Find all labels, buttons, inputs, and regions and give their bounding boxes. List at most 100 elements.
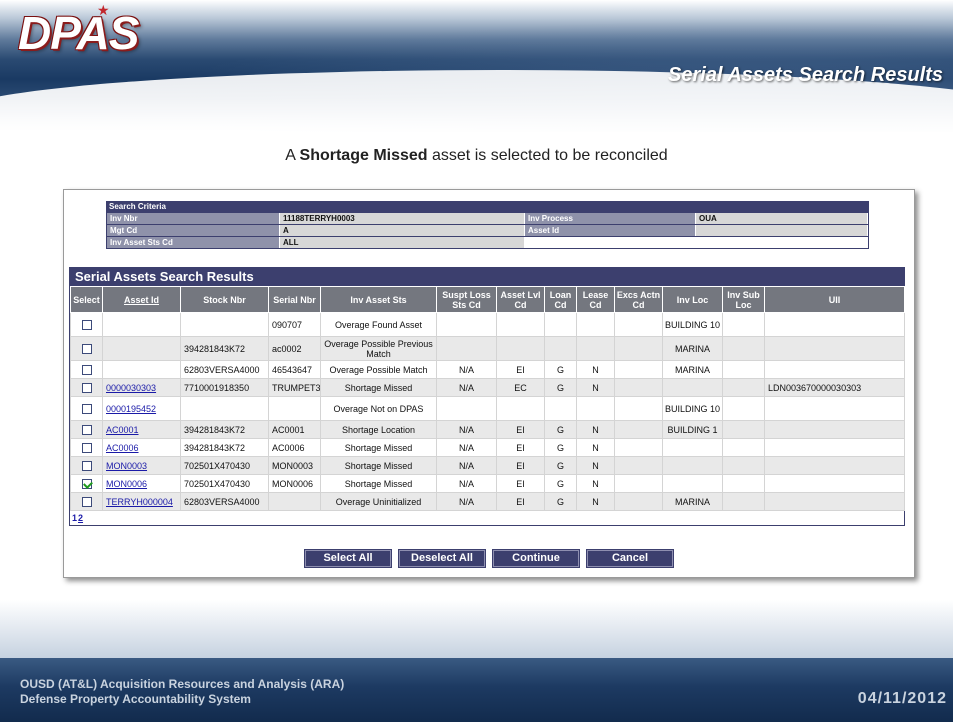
- cell-serial-nbr: MON0006: [268, 474, 321, 493]
- table-row: 394281843K72 ac0002 Overage Possible Previ…: [70, 336, 905, 361]
- cell-inv-sub-loc: [722, 336, 765, 361]
- cell-excs-actn: [614, 438, 663, 457]
- cell-suspt-loss: [436, 312, 497, 337]
- cell-stock-nbr: 394281843K72: [180, 438, 269, 457]
- cell-loan-cd: [544, 396, 577, 421]
- asset-id-link[interactable]: 0000030303: [106, 383, 156, 393]
- row-checkbox[interactable]: [81, 319, 92, 330]
- cell-inv-sub-loc: [722, 456, 765, 475]
- table-row: 090707 Overage Found Asset BUILDING 10: [70, 312, 905, 337]
- col-inv-loc: Inv Loc: [662, 286, 723, 313]
- search-criteria-title: Search Criteria: [109, 202, 166, 211]
- cell-lease-cd: [576, 312, 615, 337]
- row-checkbox-checked[interactable]: [81, 478, 92, 489]
- header-banner: DPAS ★ Serial Assets Search Results: [0, 0, 953, 132]
- cell-uii: [764, 336, 905, 361]
- row-checkbox[interactable]: [81, 403, 92, 414]
- cell-lease-cd: [576, 336, 615, 361]
- table-row: 0000195452 Overage Not on DPAS BUILDING 10: [70, 396, 905, 421]
- cell-inv-asset-sts: Shortage Missed: [320, 456, 437, 475]
- col-asset-lvl: Asset Lvl Cd: [496, 286, 545, 313]
- inv-nbr-value: 11188TERRYH0003: [279, 213, 525, 224]
- cell-asset-id: TERRYH000004: [102, 492, 181, 511]
- cell-serial-nbr: [268, 492, 321, 511]
- footer-org-line1: OUSD (AT&L) Acquisition Resources and An…: [20, 677, 345, 691]
- logo-star-icon: ★: [97, 2, 110, 18]
- cell-serial-nbr: AC0001: [268, 420, 321, 439]
- cell-inv-sub-loc: [722, 438, 765, 457]
- cell-loan-cd: G: [544, 492, 577, 511]
- footer-date: 04/11/2012: [857, 690, 947, 707]
- col-serial-nbr: Serial Nbr: [268, 286, 321, 313]
- asset-id-link[interactable]: MON0006: [106, 479, 147, 489]
- cell-inv-loc: [662, 456, 723, 475]
- cell-inv-loc: BUILDING 1: [662, 420, 723, 439]
- cell-lease-cd: [576, 396, 615, 421]
- cell-asset-lvl: EI: [496, 360, 545, 379]
- select-cell: [70, 474, 103, 493]
- cell-inv-sub-loc: [722, 420, 765, 439]
- cell-serial-nbr: 090707: [268, 312, 321, 337]
- row-checkbox[interactable]: [81, 460, 92, 471]
- cell-inv-asset-sts: Shortage Missed: [320, 474, 437, 493]
- cell-suspt-loss: N/A: [436, 360, 497, 379]
- cell-stock-nbr: 702501X470430: [180, 456, 269, 475]
- cell-asset-id: [102, 336, 181, 361]
- cell-uii: [764, 312, 905, 337]
- footer-fade: [0, 600, 953, 658]
- cell-inv-loc: MARINA: [662, 336, 723, 361]
- asset-id-link[interactable]: 0000195452: [106, 404, 156, 414]
- cell-asset-lvl: [496, 396, 545, 421]
- select-cell: [70, 360, 103, 379]
- cell-inv-loc: MARINA: [662, 360, 723, 379]
- row-checkbox[interactable]: [81, 424, 92, 435]
- cancel-button[interactable]: Cancel: [586, 549, 674, 568]
- asset-id-link[interactable]: MON0003: [106, 461, 147, 471]
- select-cell: [70, 492, 103, 511]
- cell-inv-asset-sts: Shortage Missed: [320, 378, 437, 397]
- cell-asset-id: AC0001: [102, 420, 181, 439]
- cell-lease-cd: N: [576, 420, 615, 439]
- page-link-2[interactable]: 2: [78, 513, 83, 523]
- cell-inv-loc: [662, 474, 723, 493]
- cell-asset-lvl: EI: [496, 492, 545, 511]
- inv-asset-sts-label: Inv Asset Sts Cd: [107, 237, 279, 248]
- cell-excs-actn: [614, 456, 663, 475]
- asset-id-link[interactable]: AC0006: [106, 443, 139, 453]
- cell-inv-loc: BUILDING 10: [662, 396, 723, 421]
- cell-inv-loc: BUILDING 10: [662, 312, 723, 337]
- cell-inv-sub-loc: [722, 312, 765, 337]
- cell-asset-id: MON0006: [102, 474, 181, 493]
- row-checkbox[interactable]: [81, 442, 92, 453]
- cell-stock-nbr: 394281843K72: [180, 336, 269, 361]
- cell-excs-actn: [614, 396, 663, 421]
- cell-asset-lvl: [496, 336, 545, 361]
- continue-button[interactable]: Continue: [492, 549, 580, 568]
- col-asset-id[interactable]: Asset Id: [102, 286, 181, 313]
- cell-lease-cd: N: [576, 438, 615, 457]
- col-excs-actn: Excs Actn Cd: [614, 286, 663, 313]
- select-all-button[interactable]: Select All: [304, 549, 392, 568]
- row-checkbox[interactable]: [81, 343, 92, 354]
- table-row: AC0001 394281843K72 AC0001 Shortage Locatio…: [70, 420, 905, 439]
- page-current: 1: [72, 513, 78, 523]
- asset-id-link[interactable]: TERRYH000004: [106, 497, 173, 507]
- row-checkbox[interactable]: [81, 364, 92, 375]
- row-checkbox[interactable]: [81, 496, 92, 507]
- cell-serial-nbr: MON0003: [268, 456, 321, 475]
- asset-id-link[interactable]: AC0001: [106, 425, 139, 435]
- col-stock-nbr: Stock Nbr: [180, 286, 269, 313]
- cell-inv-loc: [662, 438, 723, 457]
- col-inv-asset-sts: Inv Asset Sts: [320, 286, 437, 313]
- row-checkbox[interactable]: [81, 382, 92, 393]
- cell-excs-actn: [614, 474, 663, 493]
- inv-process-value: OUA: [695, 213, 868, 224]
- cell-uii: [764, 396, 905, 421]
- cell-lease-cd: N: [576, 360, 615, 379]
- cell-loan-cd: G: [544, 420, 577, 439]
- cell-suspt-loss: N/A: [436, 492, 497, 511]
- cell-inv-loc: MARINA: [662, 492, 723, 511]
- cell-excs-actn: [614, 336, 663, 361]
- deselect-all-button[interactable]: Deselect All: [398, 549, 486, 568]
- page-title: Serial Assets Search Results: [668, 64, 943, 86]
